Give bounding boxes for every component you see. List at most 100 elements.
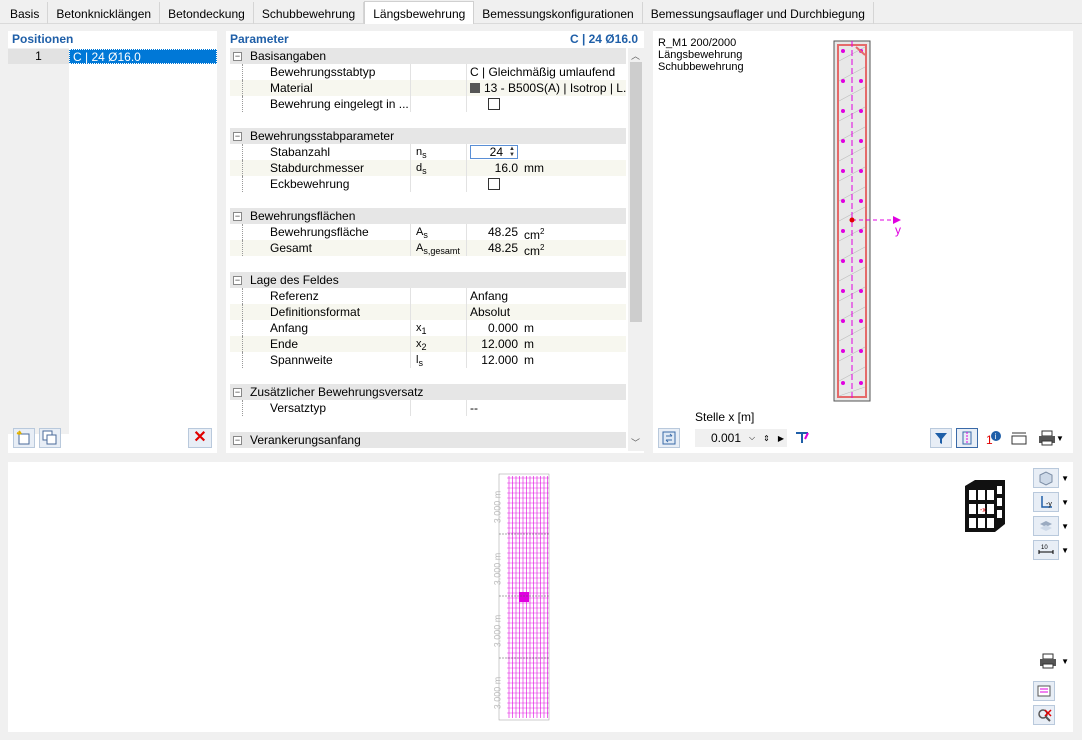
spinner-icon[interactable]: ⇕ [763, 434, 770, 443]
parameter-value[interactable]: 12.000 [470, 336, 518, 352]
rebar-dot [841, 259, 845, 263]
collapse-icon[interactable]: − [233, 276, 242, 285]
tab-7[interactable]: Bemessungsauflager und Durchbiegung [643, 2, 874, 24]
stepper-value[interactable]: 24 [490, 145, 503, 159]
parameter-row[interactable]: Eckbewehrung [230, 176, 626, 192]
group-header[interactable]: − Bewehrungsstabparameter [230, 128, 626, 144]
scrollbar-thumb[interactable] [630, 62, 642, 322]
parameter-value[interactable]: 12.000 [470, 352, 518, 368]
play-icon[interactable]: ▶ [778, 434, 784, 443]
reset-view-button[interactable] [1033, 705, 1055, 725]
parameter-value[interactable]: -- [470, 400, 620, 416]
copy-position-button[interactable] [39, 428, 61, 448]
delete-position-button[interactable]: ✕ [188, 428, 212, 448]
parameter-row[interactable]: Stabanzahl ns 24 ▲ ▼ [230, 144, 626, 160]
parameter-name: Ende [270, 337, 299, 351]
render-mode-icon [1040, 521, 1053, 531]
parameter-row[interactable]: Bewehrung eingelegt in ... [230, 96, 626, 112]
parameter-row[interactable]: Versatztyp -- [230, 400, 626, 416]
tree-line [242, 336, 243, 352]
collapse-icon[interactable]: − [233, 132, 242, 141]
parameters-scrollbar[interactable]: ︿ ﹀ [628, 48, 644, 451]
collapse-icon[interactable]: − [233, 212, 242, 221]
group-header[interactable]: − Basisangaben [230, 48, 626, 64]
position-name[interactable]: C | 24 Ø16.0 [69, 49, 217, 64]
scale-button[interactable]: 10 ▼ [1033, 540, 1069, 560]
group-title: Bewehrungsflächen [250, 209, 356, 223]
tab-5[interactable]: Längsbewehrung [364, 1, 475, 24]
parameter-row[interactable]: Anfang x1 0.000 m [230, 320, 626, 336]
rebar-dot [859, 349, 863, 353]
column-divider [410, 80, 411, 96]
parameter-value[interactable]: 13 - B500S(A) | Isotrop | L... [470, 80, 626, 96]
column-divider [410, 224, 411, 240]
model-3d-view[interactable]: 3.000 m 3.000 m 3.000 m 3.000 m -x ▼ -y ▼… [8, 462, 1073, 732]
scroll-up-icon[interactable]: ︿ [631, 49, 640, 62]
view-cube-icon[interactable]: -x [960, 478, 1010, 538]
tab-1[interactable]: Basis [2, 2, 49, 24]
parameter-value[interactable]: Anfang [470, 288, 620, 304]
stelle-value[interactable]: 0.001 [711, 431, 741, 445]
parameter-value[interactable]: 48.25 [470, 224, 518, 240]
sync-button[interactable] [658, 428, 680, 448]
parameter-name: Stabdurchmesser [270, 161, 365, 175]
dimension-button[interactable] [791, 428, 813, 448]
parameter-value[interactable]: 48.25 [470, 240, 518, 256]
rebar-dot [841, 79, 845, 83]
parameter-value[interactable]: Absolut [470, 304, 620, 320]
parameter-value[interactable]: 16.0 [470, 160, 518, 176]
group-header[interactable]: − Bewehrungsflächen [230, 208, 626, 224]
column-divider [410, 240, 411, 256]
checkbox[interactable] [488, 177, 500, 190]
parameter-name: Bewehrung eingelegt in ... [270, 97, 409, 111]
dimension-toggle-button[interactable] [1008, 428, 1030, 448]
parameter-row[interactable]: Bewehrungsfläche As 48.25 cm2 [230, 224, 626, 242]
value-text: Anfang [470, 289, 509, 303]
parameter-row[interactable]: Stabdurchmesser ds 16.0 mm [230, 160, 626, 176]
render-mode-button[interactable]: ▼ [1033, 516, 1069, 536]
print-3d-button[interactable]: ▼ [1037, 651, 1069, 671]
parameter-value[interactable]: 0.000 [470, 320, 518, 336]
group-header[interactable]: − Lage des Feldes [230, 272, 626, 288]
section-preview-panel: R_M1 200/2000 Längsbewehrung Schubbewehr… [653, 31, 1073, 453]
add-position-icon [16, 430, 30, 445]
parameter-row[interactable]: Ende x2 12.000 m [230, 336, 626, 352]
parameters-table: − Basisangaben Bewehrungsstabtyp C | Gleich… [230, 48, 626, 451]
scroll-down-icon[interactable]: ﹀ [631, 436, 640, 449]
tab-2[interactable]: Betonknicklängen [48, 2, 161, 24]
list-item[interactable]: 1 C | 24 Ø16.0 [8, 49, 217, 64]
positions-panel: Positionen 1 C | 24 Ø16.0 ✕ [8, 31, 217, 453]
tab-6[interactable]: Bemessungskonfigurationen [474, 2, 643, 24]
collapse-icon[interactable]: − [233, 436, 242, 445]
parameter-name: Definitionsformat [270, 305, 361, 319]
parameter-row[interactable]: Bewehrungsstabtyp C | Gleichmäßig umlaufe… [230, 64, 626, 80]
parameter-row[interactable]: Spannweite ls 12.000 m [230, 352, 626, 368]
chevron-down-icon[interactable]: ⌵ [749, 433, 755, 443]
parameter-row[interactable]: Gesamt As,gesamt 48.25 cm2 [230, 240, 626, 258]
section-view-button[interactable] [956, 428, 978, 448]
count-stepper[interactable]: 24 ▲ ▼ [470, 145, 518, 159]
parameter-row[interactable]: Referenz Anfang [230, 288, 626, 304]
checkbox[interactable] [488, 97, 500, 110]
stelle-input[interactable]: 0.001 ⌵ ⇕ ▶ [695, 429, 787, 447]
parameter-row[interactable]: Definitionsformat Absolut [230, 304, 626, 320]
add-position-button[interactable] [13, 428, 35, 448]
parameter-value[interactable]: C | Gleichmäßig umlaufend [470, 64, 620, 80]
collapse-icon[interactable]: − [233, 52, 242, 61]
tab-4[interactable]: Schubbewehrung [254, 2, 365, 24]
export-button[interactable] [1033, 681, 1055, 701]
print-button[interactable]: ▼ [1034, 428, 1068, 448]
parameter-row[interactable]: Material 13 - B500S(A) | Isotrop | L... [230, 80, 626, 96]
info-button[interactable]: 1i [982, 428, 1004, 448]
collapse-icon[interactable]: − [233, 388, 242, 397]
group-header[interactable]: − Verankerungsanfang [230, 432, 626, 448]
tab-3[interactable]: Betondeckung [160, 2, 254, 24]
parameter-name: Versatztyp [270, 401, 327, 415]
view-mode-button[interactable]: ▼ [1033, 468, 1069, 488]
group-header[interactable]: − Zusätzlicher Bewehrungsversatz [230, 384, 626, 400]
filter-button[interactable] [930, 428, 952, 448]
beam-3d-drawing [498, 473, 550, 721]
axis-button[interactable]: -y ▼ [1033, 492, 1069, 512]
spinner-icon[interactable]: ▲ ▼ [509, 146, 515, 158]
tree-line [242, 176, 243, 192]
